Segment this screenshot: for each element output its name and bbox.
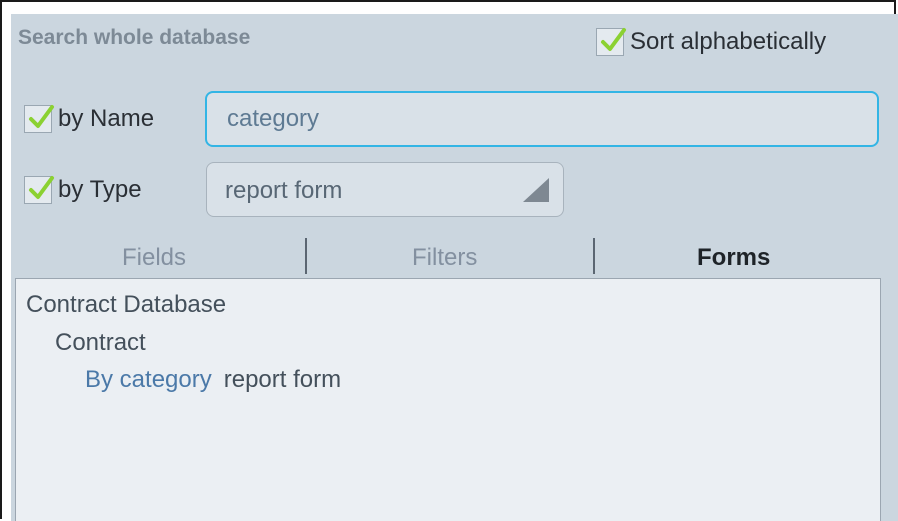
tab-divider xyxy=(305,238,307,274)
panel-heading: Search whole database xyxy=(18,26,251,49)
type-dropdown[interactable]: report form xyxy=(206,162,564,217)
check-icon xyxy=(29,176,54,199)
tab-fields[interactable]: Fields xyxy=(122,244,186,272)
type-dropdown-value: report form xyxy=(225,177,343,204)
window-frame: Search whole database Sort alphabeticall… xyxy=(0,0,898,521)
sort-alphabetically-checkbox[interactable]: Sort alphabetically xyxy=(596,28,826,56)
checkbox-box[interactable] xyxy=(24,176,54,204)
tab-forms[interactable]: Forms xyxy=(697,244,770,272)
checkbox-box[interactable] xyxy=(596,28,626,56)
sort-alphabetically-label: Sort alphabetically xyxy=(630,28,827,55)
tree-database-node[interactable]: Contract Database xyxy=(26,291,226,319)
tree-result-item[interactable]: By category report form xyxy=(85,366,341,394)
result-type: report form xyxy=(223,366,342,393)
by-type-label: by Type xyxy=(58,176,142,203)
by-type-checkbox[interactable]: by Type xyxy=(24,176,142,204)
tab-divider xyxy=(593,238,595,274)
name-search-input[interactable] xyxy=(205,91,879,147)
results-tree: Contract Database Contract By category re… xyxy=(15,278,881,521)
checkbox-box[interactable] xyxy=(24,105,54,133)
check-icon xyxy=(601,28,626,51)
tree-table-node[interactable]: Contract xyxy=(55,329,146,357)
result-name[interactable]: By category xyxy=(85,366,212,393)
tab-filters[interactable]: Filters xyxy=(412,244,477,272)
by-name-label: by Name xyxy=(58,105,155,132)
check-icon xyxy=(29,105,54,128)
triangle-dropdown-icon xyxy=(523,178,549,202)
by-name-checkbox[interactable]: by Name xyxy=(24,105,154,133)
